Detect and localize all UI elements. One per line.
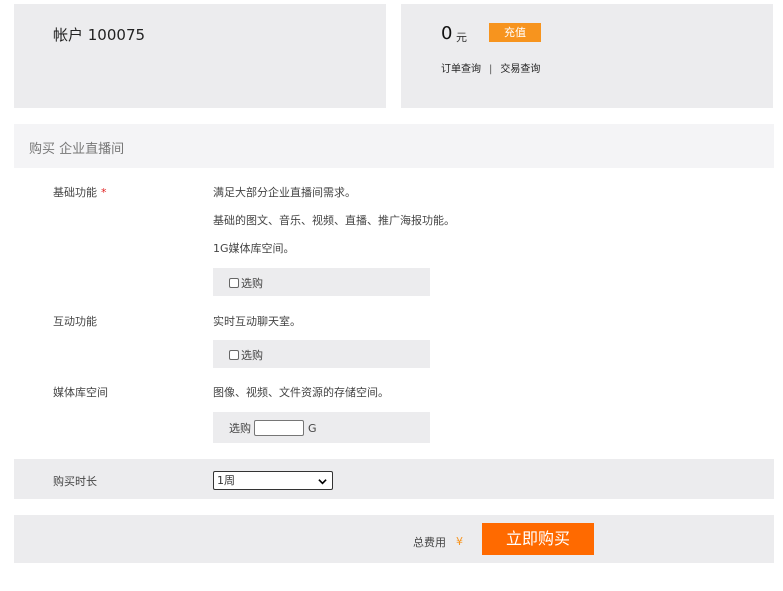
storage-desc: 图像、视频、文件资源的存储空间。 (213, 386, 389, 399)
duration-label: 购买时长 (53, 475, 97, 488)
chevron-down-icon (318, 479, 327, 485)
account-title: 帐户 100075 (53, 26, 146, 44)
basic-feature-option-box: 选购 (213, 268, 430, 296)
link-separator: | (489, 64, 493, 75)
storage-option: 选购 G (229, 420, 317, 436)
section-header: 购买 企业直播间 (14, 124, 774, 168)
interactive-feature-option-box: 选购 (213, 340, 430, 368)
order-query-link[interactable]: 订单查询 (441, 64, 481, 75)
interactive-feature-option-label: 选购 (241, 349, 263, 362)
interactive-feature-desc: 实时互动聊天室。 (213, 315, 301, 328)
duration-selected-value: 1周 (217, 474, 235, 487)
basic-feature-label: 基础功能 * (53, 184, 107, 200)
buy-now-button[interactable]: 立即购买 (482, 523, 594, 555)
required-mark: * (101, 186, 107, 199)
basic-feature-checkbox[interactable] (229, 278, 239, 288)
recharge-button[interactable]: 充值 (489, 23, 541, 42)
balance-unit: 元 (456, 31, 467, 44)
basic-feature-desc-1: 满足大部分企业直播间需求。 (213, 186, 356, 199)
basic-feature-option[interactable]: 选购 (229, 275, 263, 291)
storage-unit: G (308, 421, 317, 435)
basic-feature-desc-3: 1G媒体库空间。 (213, 242, 295, 255)
transaction-query-link[interactable]: 交易查询 (500, 64, 540, 75)
basic-feature-label-text: 基础功能 (53, 186, 97, 199)
basic-feature-desc-2: 基础的图文、音乐、视频、直播、推广海报功能。 (213, 214, 455, 227)
total-row: 总费用 ¥ 立即购买 (14, 515, 774, 563)
duration-row: 购买时长 1周 (14, 459, 774, 499)
interactive-feature-label: 互动功能 (53, 315, 97, 328)
storage-amount-input[interactable] (254, 420, 304, 436)
balance-panel: 0 元 充值 订单查询 | 交易查询 (401, 4, 773, 108)
account-panel: 帐户 100075 (14, 4, 386, 108)
section-title: 购买 企业直播间 (29, 142, 125, 157)
storage-option-box: 选购 G (213, 412, 430, 443)
duration-select[interactable]: 1周 (213, 471, 333, 490)
storage-option-label: 选购 (229, 422, 251, 435)
interactive-feature-checkbox[interactable] (229, 350, 239, 360)
total-label: 总费用 (413, 536, 446, 549)
balance-amount: 0 (441, 23, 453, 44)
storage-label: 媒体库空间 (53, 386, 108, 399)
currency-symbol: ¥ (456, 535, 463, 548)
basic-feature-option-label: 选购 (241, 277, 263, 290)
interactive-feature-option[interactable]: 选购 (229, 347, 263, 363)
query-links: 订单查询 | 交易查询 (441, 60, 540, 75)
